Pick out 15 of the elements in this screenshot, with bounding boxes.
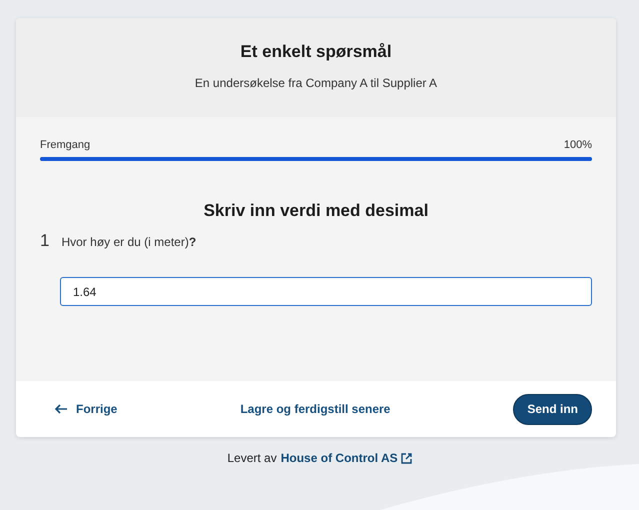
save-later-button[interactable]: Lagre og ferdigstill senere: [240, 402, 390, 416]
external-link-icon: [400, 452, 412, 464]
previous-button[interactable]: Forrige: [54, 402, 118, 416]
survey-title: Et enkelt spørsmål: [240, 42, 392, 62]
question-number: 1: [40, 231, 50, 251]
answer-field[interactable]: 1.64: [60, 277, 592, 306]
arrow-left-icon: [54, 404, 68, 414]
progress-reading: 100%: [564, 139, 592, 151]
section-title: Skriv inn verdi med desimal: [202, 201, 430, 221]
credit-link[interactable]: House of Control AS: [280, 451, 412, 465]
survey-subtitle: En undersøkelse fra Company A til Supplier A: [194, 76, 438, 90]
question-text: Hvor høy er du (i meter)?: [61, 235, 196, 249]
credit-text: Levert av: [227, 451, 277, 465]
progress-label: Fremgang: [40, 139, 90, 151]
submit-button[interactable]: Send inn: [513, 394, 592, 424]
